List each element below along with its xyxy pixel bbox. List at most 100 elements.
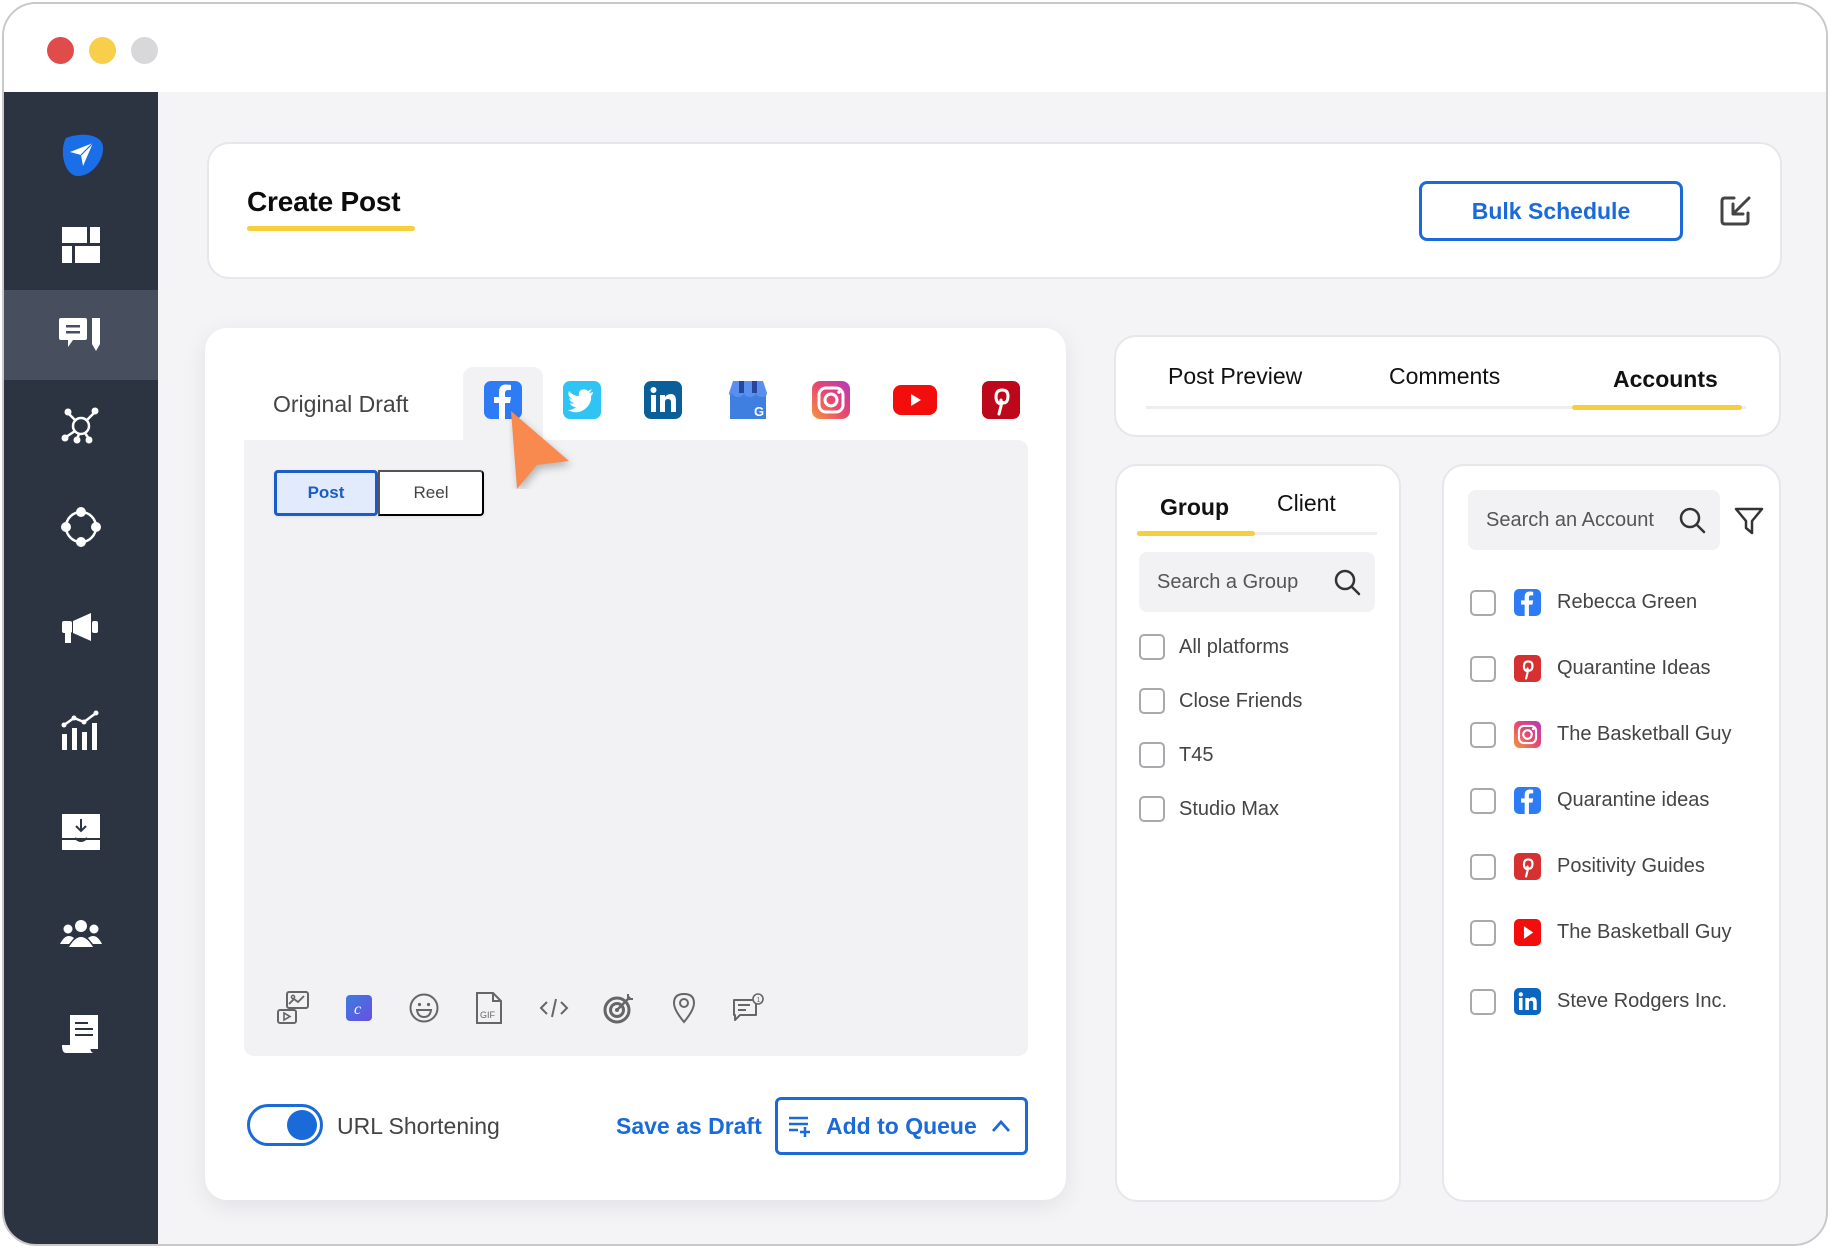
gif-button[interactable]: GIF [469,988,509,1028]
account-label: The Basketball Guy [1557,723,1732,745]
linkedin-icon [1514,988,1541,1015]
media-button[interactable] [274,988,314,1028]
sidebar-item-logo[interactable] [4,110,158,200]
account-item[interactable]: The Basketball Guy [1470,919,1732,946]
page-title: Create Post [247,186,401,217]
tab-comments[interactable]: Comments [1389,363,1500,390]
group-tab-underline [1137,531,1255,536]
group-checkbox[interactable] [1139,634,1165,660]
canva-button[interactable]: c [339,988,379,1028]
account-checkbox[interactable] [1470,988,1496,1015]
search-icon[interactable] [1678,506,1706,534]
chevron-up-icon[interactable] [991,1119,1011,1133]
zoom-window-button[interactable] [131,37,158,64]
collapse-arrow-icon[interactable] [1719,194,1753,228]
tab-facebook[interactable] [484,381,522,419]
code-icon [539,998,569,1018]
code-button[interactable] [534,988,574,1028]
tab-youtube[interactable] [893,381,937,419]
sidebar-item-connections[interactable] [4,482,158,572]
instagram-icon [1514,721,1541,748]
sidebar-item-reports[interactable] [4,989,158,1079]
account-label: Steve Rodgers Inc. [1557,990,1728,1012]
sidebar-item-inbox[interactable] [4,787,158,877]
save-as-draft-button[interactable]: Save as Draft [616,1113,762,1140]
group-item[interactable]: Close Friends [1139,688,1302,714]
account-item[interactable]: Positivity Guides [1470,853,1705,880]
search-group-input[interactable]: Search a Group [1139,552,1375,612]
sidebar-item-create-post[interactable] [4,290,158,380]
location-button[interactable] [664,988,704,1028]
team-users-icon [60,920,102,947]
tab-google-business[interactable]: G [727,381,769,419]
tab-post-preview[interactable]: Post Preview [1168,363,1302,390]
circle-nodes-icon [61,507,101,547]
report-scroll-icon [62,1015,98,1053]
account-platform-icon [1514,919,1541,946]
network-hub-icon [61,407,99,444]
post-content-area[interactable]: Post Reel c GIF 1 [244,440,1028,1056]
account-item[interactable]: The Basketball Guy [1470,721,1732,748]
search-account-input[interactable]: Search an Account [1468,490,1720,550]
bulk-schedule-button[interactable]: Bulk Schedule [1419,181,1683,241]
post-type-post-button[interactable]: Post [274,470,378,516]
first-comment-button[interactable]: 1 [729,988,769,1028]
paper-plane-logo-icon [62,134,104,176]
tab-group[interactable]: Group [1160,494,1229,521]
tab-original-draft[interactable]: Original Draft [273,391,408,418]
tab-twitter[interactable] [563,381,601,419]
search-icon[interactable] [1333,568,1361,596]
tab-accounts[interactable]: Accounts [1613,366,1718,393]
tab-instagram[interactable] [812,381,850,419]
active-tab-underline [1572,405,1742,410]
sidebar-item-analytics[interactable] [4,685,158,775]
group-checkbox[interactable] [1139,688,1165,714]
group-checkbox[interactable] [1139,796,1165,822]
account-checkbox[interactable] [1470,655,1496,682]
minimize-window-button[interactable] [89,37,116,64]
pinterest-icon [1514,853,1541,880]
account-checkbox[interactable] [1470,589,1496,616]
account-checkbox[interactable] [1470,853,1496,880]
close-window-button[interactable] [47,37,74,64]
account-item[interactable]: Steve Rodgers Inc. [1470,988,1727,1015]
sidebar-item-campaigns[interactable] [4,584,158,674]
group-checkbox[interactable] [1139,742,1165,768]
preview-tabs-card: Post Preview Comments Accounts [1114,335,1781,437]
account-item[interactable]: Quarantine ideas [1470,787,1709,814]
url-shortening-toggle[interactable] [247,1104,323,1146]
add-to-queue-label: Add to Queue [826,1112,977,1139]
group-item[interactable]: Studio Max [1139,796,1279,822]
sidebar-item-team[interactable] [4,888,158,978]
account-label: The Basketball Guy [1557,921,1732,943]
tab-pinterest[interactable] [982,381,1020,419]
svg-text:G: G [754,404,764,419]
title-underline [247,226,415,231]
account-checkbox[interactable] [1470,787,1496,814]
account-label: Quarantine ideas [1557,789,1710,811]
group-item[interactable]: All platforms [1139,634,1289,660]
emoji-button[interactable] [404,988,444,1028]
pinterest-icon [982,381,1020,419]
inbox-download-icon [62,814,100,850]
tab-linkedin[interactable] [644,381,682,419]
targeting-button[interactable] [599,988,639,1028]
emoji-icon [409,993,439,1023]
twitter-icon [563,381,601,419]
sidebar-item-network[interactable] [4,381,158,471]
post-type-reel-button[interactable]: Reel [378,470,484,516]
sidebar-item-dashboard[interactable] [4,200,158,290]
dashboard-grid-icon [62,227,100,263]
filter-icon[interactable] [1734,506,1764,536]
account-item[interactable]: Rebecca Green [1470,589,1697,616]
youtube-icon [893,385,937,415]
account-checkbox[interactable] [1470,919,1496,946]
tab-client[interactable]: Client [1277,490,1336,517]
add-to-queue-button[interactable]: Add to Queue [775,1097,1028,1155]
account-item[interactable]: Quarantine Ideas [1470,655,1710,682]
post-editor-card: Original Draft G Post Reel c GIF 1 URL S… [205,328,1066,1200]
group-item[interactable]: T45 [1139,742,1213,768]
instagram-icon [812,381,850,419]
account-checkbox[interactable] [1470,721,1496,748]
account-label: Quarantine Ideas [1557,657,1711,679]
